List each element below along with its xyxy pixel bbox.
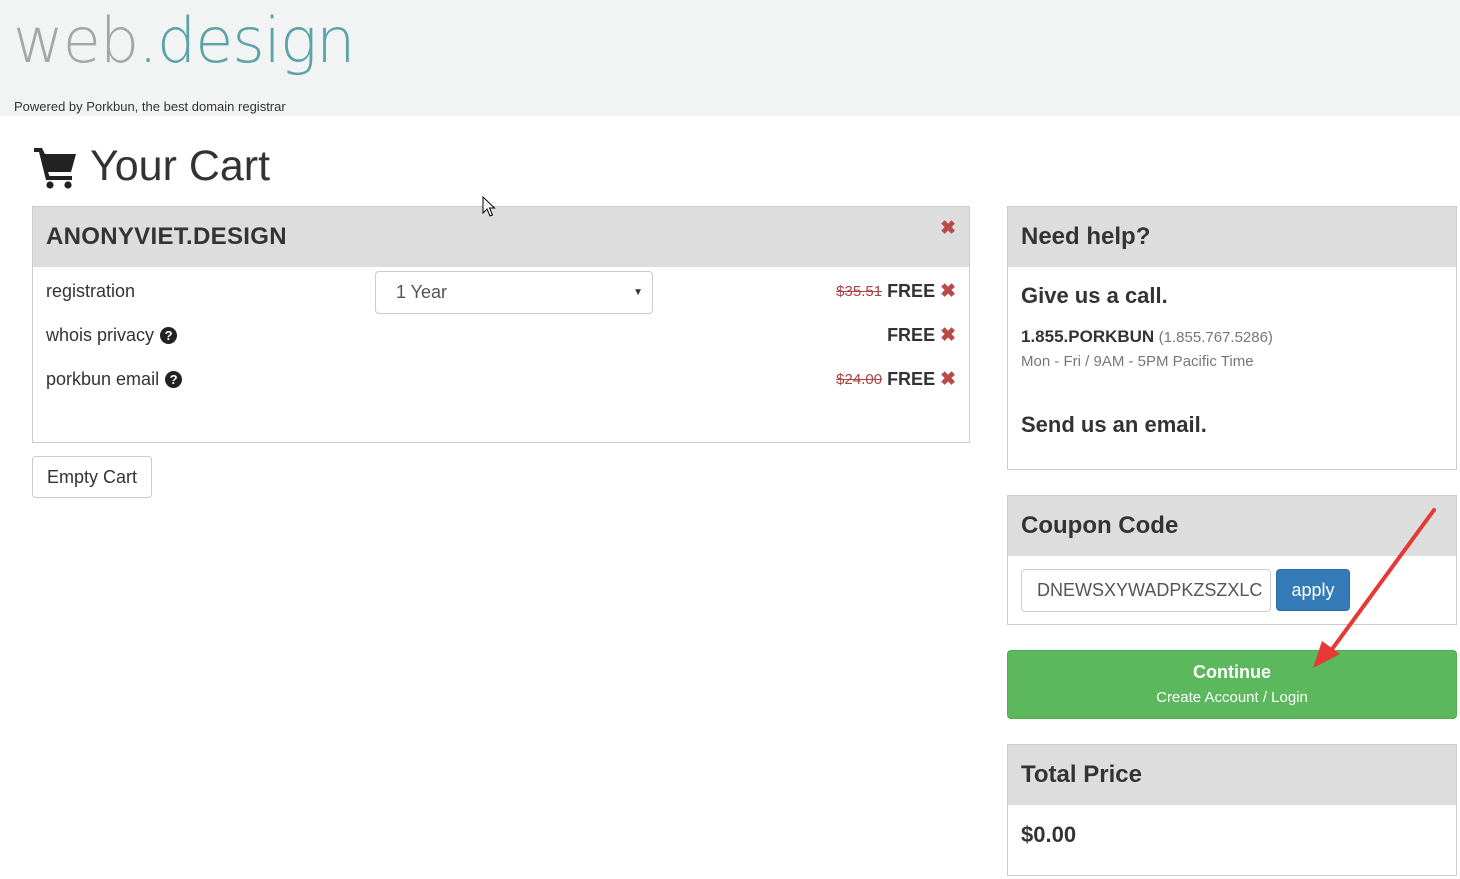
remove-item-icon[interactable]: ✖ xyxy=(940,326,956,345)
domain-cart-panel: ANONYVIET.DESIGN ✖ registration 1 Year ▼… xyxy=(32,206,970,443)
site-header: web.design Powered by Porkbun, the best … xyxy=(0,0,1460,116)
item-label: registration xyxy=(46,281,136,301)
item-label-wrap: whois privacy ? xyxy=(46,325,178,346)
site-logo[interactable]: web.design xyxy=(13,4,355,78)
term-select[interactable]: 1 Year ▼ xyxy=(375,271,653,314)
old-price: $35.51 xyxy=(836,283,883,300)
chevron-down-icon: ▼ xyxy=(633,287,643,298)
item-price: $35.51 FREE ✖ xyxy=(836,281,956,302)
help-panel: Need help? Give us a call. 1.855.PORKBUN… xyxy=(1007,206,1457,470)
item-price: FREE ✖ xyxy=(887,325,956,346)
continue-button[interactable]: Continue Create Account / Login xyxy=(1007,650,1457,719)
item-label-wrap: porkbun email ? xyxy=(46,369,183,390)
phone-line: 1.855.PORKBUN (1.855.767.5286) xyxy=(1021,327,1443,347)
old-price: $24.00 xyxy=(836,371,883,388)
cart-item-porkbun-email: porkbun email ? $24.00 FREE ✖ xyxy=(46,369,956,395)
coupon-input[interactable]: DNEWSXYWADPKZSZXLC xyxy=(1021,569,1271,612)
remove-item-icon[interactable]: ✖ xyxy=(940,282,956,301)
item-label: porkbun email xyxy=(46,369,160,389)
cart-item-registration: registration 1 Year ▼ $35.51 FREE ✖ xyxy=(46,271,956,314)
support-hours: Mon - Fri / 9AM - 5PM Pacific Time xyxy=(1021,353,1254,370)
continue-sublabel: Create Account / Login xyxy=(1156,689,1308,706)
coupon-title: Coupon Code xyxy=(1008,496,1456,556)
current-price: FREE xyxy=(887,281,936,301)
coupon-panel: Coupon Code DNEWSXYWADPKZSZXLC apply xyxy=(1007,495,1457,625)
total-amount: $0.00 xyxy=(1021,822,1077,847)
current-price: FREE xyxy=(887,369,936,389)
question-circle-icon[interactable]: ? xyxy=(160,327,178,344)
remove-item-icon[interactable]: ✖ xyxy=(940,370,956,389)
tagline: Powered by Porkbun, the best domain regi… xyxy=(14,99,286,114)
page-title: Your Cart xyxy=(32,138,270,194)
email-link[interactable]: Send us an email. xyxy=(1021,412,1443,438)
total-panel: Total Price $0.00 xyxy=(1007,744,1457,876)
current-price: FREE xyxy=(887,325,936,345)
help-title: Need help? xyxy=(1008,207,1456,267)
cart-item-whois-privacy: whois privacy ? FREE ✖ xyxy=(46,325,956,351)
term-select-value: 1 Year xyxy=(396,282,448,302)
item-label: whois privacy xyxy=(46,325,155,345)
remove-domain-icon[interactable]: ✖ xyxy=(940,219,956,238)
apply-coupon-button[interactable]: apply xyxy=(1276,569,1350,611)
continue-label: Continue xyxy=(1193,662,1271,682)
item-price: $24.00 FREE ✖ xyxy=(836,369,956,390)
domain-name: ANONYVIET.DESIGN xyxy=(33,207,969,267)
empty-cart-button[interactable]: Empty Cart xyxy=(32,456,152,498)
page-title-text: Your Cart xyxy=(90,141,271,190)
question-circle-icon[interactable]: ? xyxy=(165,371,183,388)
call-heading: Give us a call. xyxy=(1021,283,1168,308)
shopping-cart-icon xyxy=(34,148,76,189)
total-title: Total Price xyxy=(1008,745,1456,805)
phone-number[interactable]: 1.855.PORKBUN xyxy=(1021,327,1154,346)
mouse-cursor-icon xyxy=(482,196,496,217)
phone-number-alt: (1.855.767.5286) xyxy=(1158,329,1273,346)
